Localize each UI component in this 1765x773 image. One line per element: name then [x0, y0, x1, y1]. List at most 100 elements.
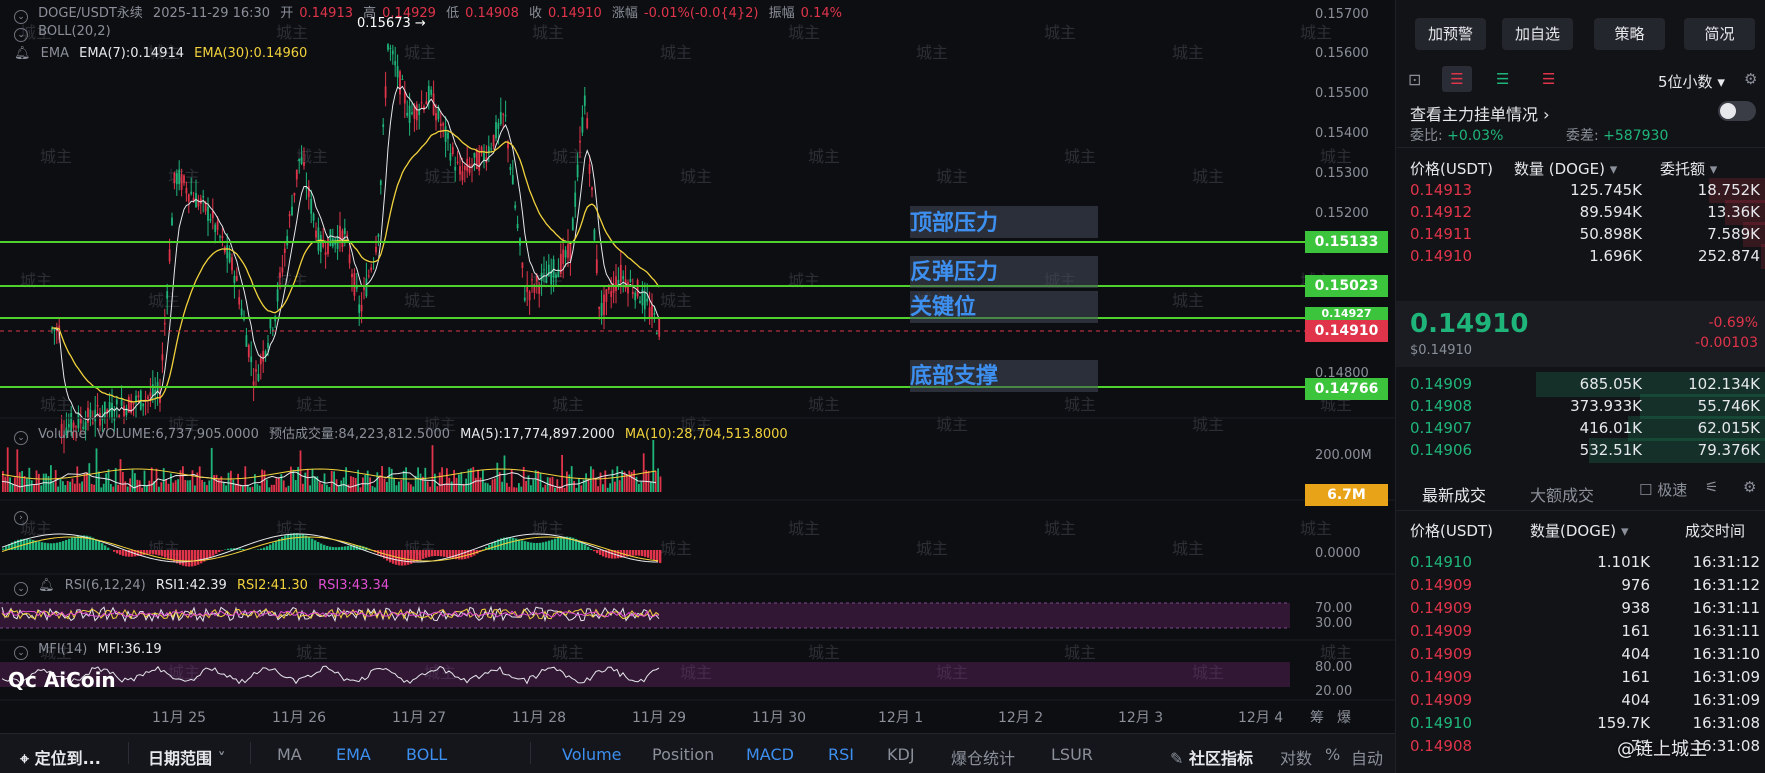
candle-body: [430, 89, 433, 95]
toolbar-position[interactable]: Position: [652, 745, 714, 764]
book-header-qty[interactable]: 数量 (DOGE) ▾: [1514, 158, 1617, 179]
toolbar-volume[interactable]: Volume: [562, 745, 622, 764]
chart-area[interactable]: 城主 城主 城主 城主 城主 城主 城主 城主 城主 城主 城主 城主 城主 城主 城主 城主 城主 城主 城主 城主…: [0, 0, 1395, 733]
auto-scale-button[interactable]: 自动: [1351, 745, 1383, 769]
trade-row[interactable]: 0.14909 976 16:31:12: [1410, 573, 1760, 598]
liquidation-button[interactable]: 爆: [1337, 707, 1351, 727]
volume-bar: [333, 471, 335, 492]
trade-row[interactable]: 0.14909 404 16:31:10: [1410, 642, 1760, 667]
locate-label: 定位到...: [34, 749, 101, 768]
trade-header-price: 价格(USDT): [1410, 522, 1493, 540]
tab-large-trades[interactable]: 大额成交: [1530, 482, 1594, 506]
book-asks-icon[interactable]: ☰: [1542, 70, 1555, 88]
candle-body: [583, 95, 586, 106]
trade-row[interactable]: 0.14909 161 16:31:11: [1410, 619, 1760, 644]
decimals-select[interactable]: 5位小数 ▾: [1658, 71, 1725, 92]
chip-button[interactable]: 筹: [1310, 707, 1324, 727]
toolbar-ma[interactable]: MA: [277, 745, 302, 764]
bid-row[interactable]: 0.14906 532.51K 79.376K: [1410, 438, 1765, 463]
log-scale-button[interactable]: 对数: [1280, 745, 1312, 769]
macd-bar: [518, 539, 521, 550]
locate-icon: ⌖: [20, 749, 30, 768]
add-watchlist-button[interactable]: 加自选: [1502, 18, 1573, 50]
candle-body: [389, 47, 392, 49]
candle-body: [595, 259, 598, 274]
settings-icon[interactable]: ⚙: [1744, 70, 1757, 88]
toolbar-kdj[interactable]: KDJ: [887, 745, 915, 764]
volume-bar: [374, 487, 376, 492]
locate-button[interactable]: ⌖ 定位到...: [20, 745, 101, 769]
trade-header-qty[interactable]: 数量(DOGE) ▾: [1530, 520, 1628, 541]
candle-body: [343, 228, 346, 235]
toolbar-macd[interactable]: MACD: [746, 745, 794, 764]
bell-icon[interactable]: 🔔︎: [14, 46, 31, 61]
volume-bar: [59, 478, 62, 492]
trade-row[interactable]: 0.14910 1.101K 16:31:12: [1410, 550, 1760, 575]
overview-button[interactable]: 简况: [1684, 18, 1755, 50]
main-orders-link[interactable]: 查看主力挂单情况 ›: [1410, 101, 1550, 125]
fast-mode-checkbox[interactable]: ☐ 极速: [1639, 479, 1687, 500]
toolbar-liquidation[interactable]: 爆仓统计: [951, 745, 1015, 769]
rsi-axis-hi: 70.00: [1315, 601, 1353, 616]
collapse-icon[interactable]: ⌄: [14, 646, 28, 660]
macd-bar: [62, 541, 65, 550]
quantity: 161: [1621, 668, 1650, 686]
candle-body: [226, 245, 229, 259]
community-indicator-button[interactable]: ✎ 社区指标: [1170, 745, 1253, 769]
book-both-icon[interactable]: ☰: [1442, 66, 1472, 92]
trade-row[interactable]: 0.14909 938 16:31:11: [1410, 596, 1760, 621]
book-mode-icon[interactable]: ⊡: [1408, 70, 1421, 89]
candle-body: [646, 298, 649, 302]
macd-bar: [2, 548, 5, 550]
collapse-icon[interactable]: ⌄: [14, 10, 28, 24]
macd-bar: [509, 537, 512, 550]
main-orders-toggle[interactable]: [1718, 101, 1756, 121]
toolbar-boll[interactable]: BOLL: [406, 745, 447, 764]
book-header-amount[interactable]: 委托额 ▾: [1660, 158, 1717, 179]
macd-bar: [122, 550, 125, 556]
date-range-button[interactable]: 日期范围 ˅: [148, 745, 226, 769]
toolbar-rsi[interactable]: RSI: [828, 745, 854, 764]
watermark: 城主: [1192, 167, 1224, 186]
candle-body: [178, 169, 181, 185]
settings-icon[interactable]: ⚙: [1743, 478, 1756, 496]
collapse-icon[interactable]: ⌄: [14, 28, 28, 42]
volume-bar: [460, 472, 463, 492]
toolbar-lsur[interactable]: LSUR: [1051, 745, 1093, 764]
volume-bar: [88, 463, 91, 492]
macd-bar: [512, 537, 515, 550]
volume-bar: [201, 479, 203, 492]
volume-bar: [222, 481, 225, 492]
volume-bar: [330, 470, 333, 492]
filter-icon[interactable]: ⚟: [1705, 478, 1718, 496]
logo-text: AiCoin: [43, 668, 116, 692]
candle-body: [658, 318, 661, 337]
candlestick-chart[interactable]: 城主城主城主城主城主城主城主城主城主城主城主城主城主城主城主城主城主城主城主城主…: [0, 0, 1395, 733]
expand-icon[interactable]: ›: [14, 511, 28, 525]
macd-bar: [491, 542, 494, 550]
mfi-axis-hi: 80.00: [1315, 660, 1353, 675]
collapse-icon[interactable]: ⌄: [14, 582, 28, 596]
volume-bar: [198, 466, 201, 492]
toolbar-ema[interactable]: EMA: [336, 745, 371, 764]
book-bids-icon[interactable]: ☰: [1496, 70, 1509, 88]
volume-bar: [393, 477, 395, 492]
strategy-button[interactable]: 策略: [1594, 18, 1665, 50]
volume-bar: [184, 480, 187, 492]
tab-latest-trades[interactable]: 最新成交: [1422, 482, 1486, 506]
volume-bar: [352, 477, 355, 492]
trade-row[interactable]: 0.14909 404 16:31:09: [1410, 688, 1760, 713]
collapse-icon[interactable]: ⌄: [14, 431, 28, 445]
percent-scale-button[interactable]: %: [1325, 745, 1340, 764]
bell-icon[interactable]: 🔔︎: [38, 578, 55, 593]
macd-bar: [71, 537, 74, 550]
ask-row[interactable]: 0.14910 1.696K 252.874: [1410, 244, 1765, 269]
macd-bar: [587, 546, 590, 550]
quantity: 685.05K: [1579, 375, 1642, 393]
trade-row[interactable]: 0.14909 161 16:31:09: [1410, 665, 1760, 690]
add-alert-button[interactable]: 加预警: [1415, 18, 1486, 50]
trade-row[interactable]: 0.14908 72 16:31:08: [1410, 734, 1760, 759]
trade-row[interactable]: 0.14910 159.7K 16:31:08: [1410, 711, 1760, 736]
macd-bar: [269, 544, 272, 550]
volume-estimate: 预估成交量:84,223,812.5000: [268, 427, 451, 442]
